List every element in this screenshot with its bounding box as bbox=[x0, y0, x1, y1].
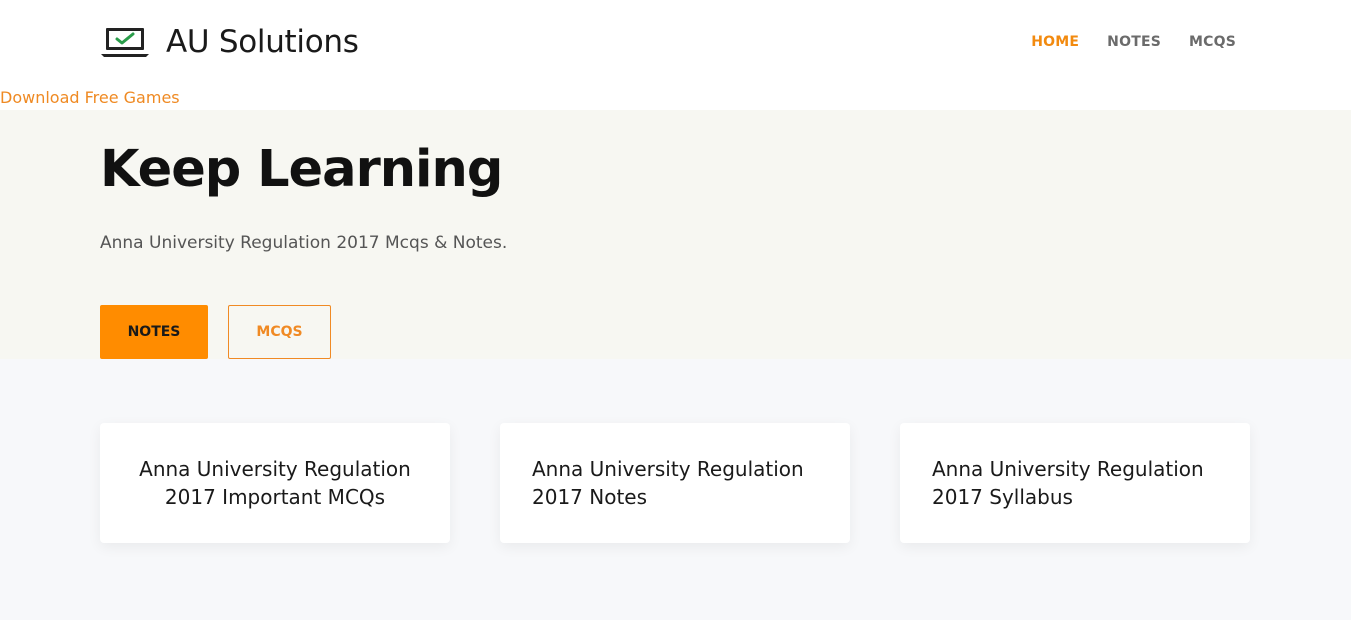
hero-subtitle: Anna University Regulation 2017 Mcqs & N… bbox=[100, 233, 508, 253]
nav-mcqs[interactable]: MCQS bbox=[1189, 34, 1236, 50]
download-games-link[interactable]: Download Free Games bbox=[0, 88, 180, 108]
nav-notes[interactable]: NOTES bbox=[1107, 34, 1161, 50]
main-nav: HOME NOTES MCQS bbox=[1031, 34, 1236, 50]
hero-section: Keep Learning Anna University Regulation… bbox=[0, 110, 1351, 359]
laptop-check-icon bbox=[101, 28, 149, 57]
site-title: AU Solutions bbox=[166, 24, 359, 60]
hero-title: Keep Learning bbox=[100, 140, 503, 199]
mcqs-button[interactable]: MCQS bbox=[228, 305, 331, 359]
card-important-mcqs[interactable]: Anna University Regulation 2017 Importan… bbox=[100, 423, 450, 543]
card-notes[interactable]: Anna University Regulation 2017 Notes bbox=[500, 423, 850, 543]
notes-button[interactable]: NOTES bbox=[100, 305, 208, 359]
site-header: AU Solutions HOME NOTES MCQS bbox=[0, 0, 1351, 110]
card-syllabus[interactable]: Anna University Regulation 2017 Syllabus bbox=[900, 423, 1250, 543]
nav-home[interactable]: HOME bbox=[1031, 34, 1079, 50]
site-logo[interactable]: AU Solutions bbox=[100, 24, 359, 60]
